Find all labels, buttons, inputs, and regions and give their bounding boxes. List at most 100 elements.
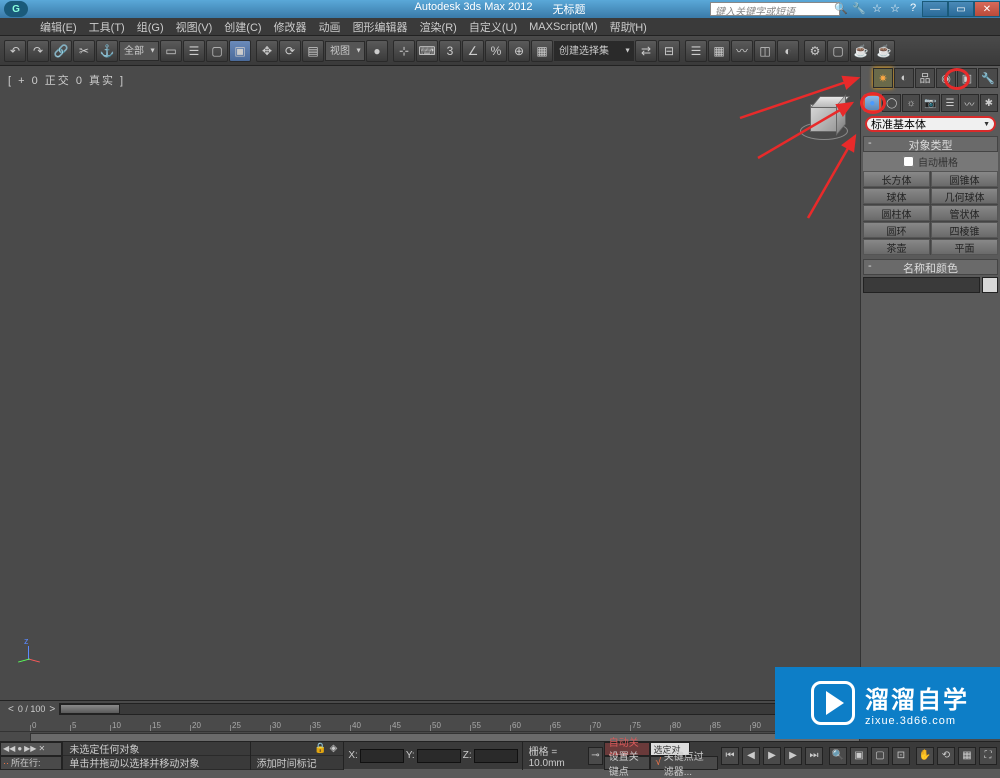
minimize-button[interactable]: — (922, 1, 948, 17)
named-selection-dropdown[interactable]: 创建选择集 (554, 41, 634, 61)
menu-maxscript[interactable]: MAXScript(M) (529, 21, 597, 33)
auto-grid-checkbox[interactable] (903, 156, 914, 167)
globe-icon[interactable]: ☆ (888, 2, 902, 16)
menu-help[interactable]: 帮助(H) (610, 19, 647, 35)
star-icon[interactable]: ☆ (870, 2, 884, 16)
close-button[interactable]: ✕ (974, 1, 1000, 17)
goto-start-button[interactable]: ⏮ (721, 747, 739, 765)
category-dropdown[interactable]: 标准基本体 (865, 116, 996, 132)
maximize-button[interactable]: ▭ (948, 1, 974, 17)
maximize-viewport-button[interactable]: ▦ (958, 747, 976, 765)
select-rotate-button[interactable]: ⟳ (279, 40, 301, 62)
pivot-button[interactable]: ● (366, 40, 388, 62)
cameras-subtab[interactable]: 📷 (921, 94, 939, 112)
pyramid-button[interactable]: 四棱锥 (931, 222, 998, 238)
render-production-button[interactable]: ☕ (850, 40, 872, 62)
bind-button[interactable]: ⚓ (96, 40, 118, 62)
geosphere-button[interactable]: 几何球体 (931, 188, 998, 204)
material-editor-button[interactable]: ◐ (777, 40, 799, 62)
help-search-input[interactable]: 键入关键字或短语 (710, 2, 840, 16)
utilities-tab[interactable]: 🔧 (978, 68, 998, 88)
select-manipulate-button[interactable]: ⊹ (393, 40, 415, 62)
sphere-button[interactable]: 球体 (863, 188, 930, 204)
time-slider[interactable] (59, 703, 860, 715)
menu-modifiers[interactable]: 修改器 (274, 19, 307, 35)
select-scale-button[interactable]: ▤ (302, 40, 324, 62)
goto-end-button[interactable]: ⏭ (805, 747, 823, 765)
select-object-button[interactable]: ▭ (160, 40, 182, 62)
unlink-button[interactable]: ✂ (73, 40, 95, 62)
next-frame-button[interactable]: ▶ (784, 747, 802, 765)
coord-z-input[interactable] (474, 749, 518, 763)
redo-button[interactable]: ↷ (27, 40, 49, 62)
orbit-button[interactable]: ⟲ (937, 747, 955, 765)
spinner-snap-button[interactable]: ⊕ (508, 40, 530, 62)
shapes-subtab[interactable]: ◯ (882, 94, 900, 112)
pan-button[interactable]: ✋ (916, 747, 934, 765)
geometry-subtab[interactable]: ● (863, 94, 881, 112)
key-filters-button[interactable]: √ 关键点过滤器... (650, 756, 718, 770)
script-dot-icon[interactable]: ● (17, 744, 22, 753)
teapot-button[interactable]: 茶壶 (863, 239, 930, 255)
zoom-extents-button[interactable]: ▢ (871, 747, 889, 765)
viewcube[interactable] (800, 102, 850, 146)
menu-group[interactable]: 组(G) (137, 19, 164, 35)
link-button[interactable]: 🔗 (50, 40, 72, 62)
undo-button[interactable]: ↶ (4, 40, 26, 62)
menu-views[interactable]: 视图(V) (176, 19, 213, 35)
viewport[interactable]: [ + 0 正交 0 真实 ] z (0, 66, 860, 700)
modify-tab[interactable]: ◐ (894, 68, 914, 88)
render-setup-button[interactable]: ⚙ (804, 40, 826, 62)
curve-editor-button[interactable]: 〰 (731, 40, 753, 62)
graphite-button[interactable]: ▦ (708, 40, 730, 62)
set-key-button[interactable]: 设置关键点 (604, 756, 651, 770)
name-color-rollout[interactable]: 名称和颜色 (863, 259, 998, 275)
select-region-button[interactable]: ▢ (206, 40, 228, 62)
render-iterative-button[interactable]: ☕ (873, 40, 895, 62)
menu-animation[interactable]: 动画 (319, 19, 341, 35)
time-slider-handle[interactable] (60, 704, 120, 714)
object-color-swatch[interactable] (982, 277, 998, 293)
percent-snap-button[interactable]: % (485, 40, 507, 62)
tube-button[interactable]: 管状体 (931, 205, 998, 221)
plane-button[interactable]: 平面 (931, 239, 998, 255)
lock-icon[interactable]: 🔒 (314, 743, 326, 754)
coord-y-input[interactable] (417, 749, 461, 763)
mirror-button[interactable]: ⇄ (635, 40, 657, 62)
edit-named-sel-button[interactable]: ▦ (531, 40, 553, 62)
helpers-subtab[interactable]: ☰ (941, 94, 959, 112)
menu-tools[interactable]: 工具(T) (89, 19, 125, 35)
script-close-icon[interactable]: ✕ (38, 744, 45, 753)
coord-x-input[interactable] (360, 749, 404, 763)
rendered-frame-button[interactable]: ▢ (827, 40, 849, 62)
space-warps-subtab[interactable]: 〰 (960, 94, 978, 112)
cone-button[interactable]: 圆锥体 (931, 171, 998, 187)
hierarchy-tab[interactable]: 品 (915, 68, 935, 88)
script-next-icon[interactable]: ▶▶ (24, 744, 36, 753)
layers-button[interactable]: ☰ (685, 40, 707, 62)
ref-coord-dropdown[interactable]: 视图 (325, 41, 365, 61)
menu-edit[interactable]: 编辑(E) (40, 19, 77, 35)
menu-customize[interactable]: 自定义(U) (469, 19, 517, 35)
tool-icon[interactable]: 🔧 (852, 2, 866, 16)
script-prev-icon[interactable]: ◀◀ (3, 744, 15, 753)
motion-tab[interactable]: ◉ (936, 68, 956, 88)
app-icon[interactable]: G (4, 1, 28, 17)
play-button[interactable]: ▶ (763, 747, 781, 765)
help-icon[interactable]: ? (906, 2, 920, 16)
window-crossing-button[interactable]: ▣ (229, 40, 251, 62)
lights-subtab[interactable]: ☼ (902, 94, 920, 112)
object-type-rollout[interactable]: 对象类型 (863, 136, 998, 152)
key-mode-button[interactable]: ⊸ (588, 747, 602, 765)
add-time-tag[interactable]: 添加时间标记 (251, 756, 344, 770)
menu-create[interactable]: 创建(C) (224, 19, 261, 35)
snap-toggle-button[interactable]: 3 (439, 40, 461, 62)
zoom-button[interactable]: 🔍 (829, 747, 847, 765)
menu-rendering[interactable]: 渲染(R) (420, 19, 457, 35)
selection-filter-dropdown[interactable]: 全部 (119, 41, 159, 61)
zoom-region-button[interactable]: ⊡ (892, 747, 910, 765)
torus-button[interactable]: 圆环 (863, 222, 930, 238)
select-by-name-button[interactable]: ☰ (183, 40, 205, 62)
schematic-view-button[interactable]: ◫ (754, 40, 776, 62)
select-move-button[interactable]: ✥ (256, 40, 278, 62)
